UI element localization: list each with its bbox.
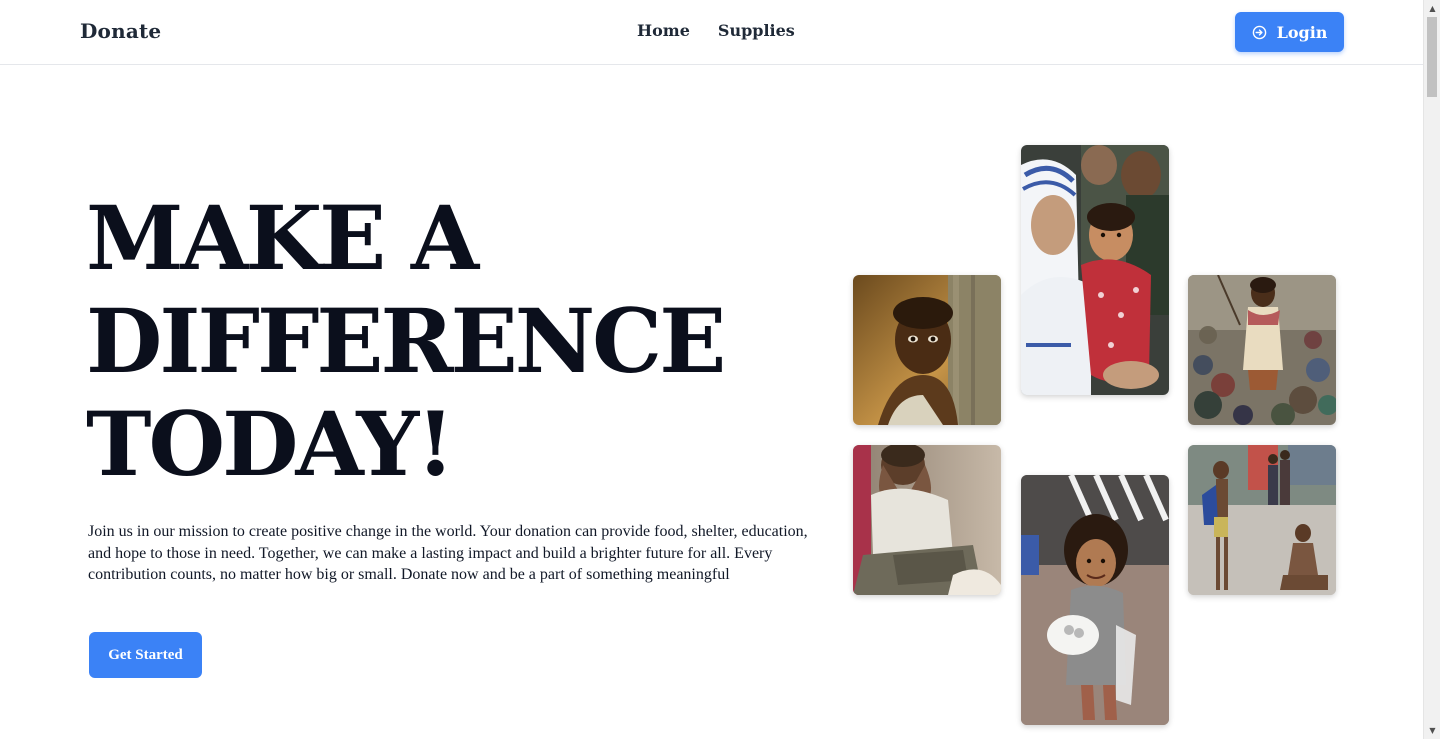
hero-title: MAKE A DIFFERENCE TODAY! xyxy=(86,187,826,496)
hero-title-line: TODAY! xyxy=(86,392,455,496)
children-on-street-photo xyxy=(1188,445,1336,595)
login-button[interactable]: Login xyxy=(1235,12,1344,52)
man-sitting-head-in-hands-photo xyxy=(853,445,1001,595)
login-label: Login xyxy=(1276,22,1328,42)
child-behind-post-photo xyxy=(853,275,1001,425)
brand-logo[interactable]: Donate xyxy=(80,19,161,43)
scroll-up-arrow-icon[interactable]: ▲ xyxy=(1424,0,1440,17)
get-started-button[interactable]: Get Started xyxy=(89,632,202,678)
vertical-scrollbar[interactable]: ▲ ▼ xyxy=(1423,0,1440,739)
scroll-down-arrow-icon[interactable]: ▼ xyxy=(1424,722,1440,739)
navbar: Donate Home Supplies Login xyxy=(0,0,1423,65)
login-arrow-icon xyxy=(1252,25,1267,40)
nav-links: Home Supplies xyxy=(637,21,795,40)
nav-link-supplies[interactable]: Supplies xyxy=(718,21,795,40)
scrollbar-thumb[interactable] xyxy=(1427,17,1437,97)
hero-title-line: DIFFERENCE xyxy=(86,289,726,393)
nun-holding-child-photo xyxy=(1021,145,1169,395)
girl-holding-bowl-photo xyxy=(1021,475,1169,725)
nav-link-home[interactable]: Home xyxy=(637,21,690,40)
hero-description: Join us in our mission to create positiv… xyxy=(88,523,808,583)
page: Donate Home Supplies Login MAKE A DIFFER… xyxy=(0,0,1423,739)
girl-on-garbage-dump-photo xyxy=(1188,275,1336,425)
hero-title-line: MAKE A xyxy=(86,186,479,290)
